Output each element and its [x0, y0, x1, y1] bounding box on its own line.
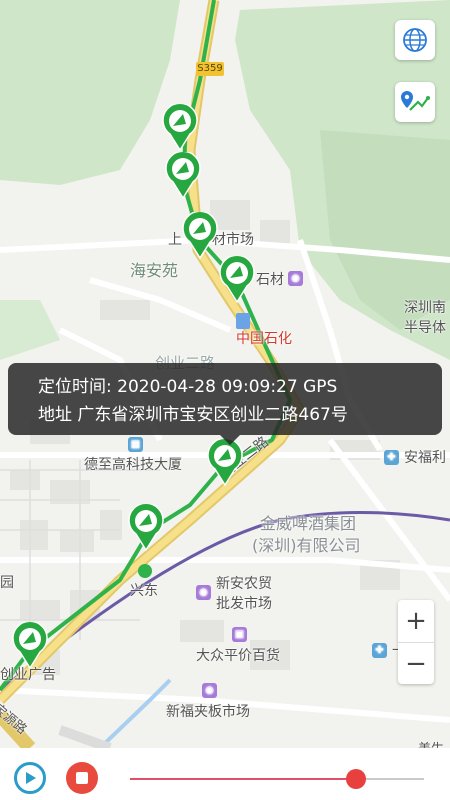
- label-sinopec: 中国石化: [236, 331, 292, 347]
- label-meisheng: 美生: [418, 738, 444, 748]
- play-icon: [26, 772, 36, 784]
- market-icon-2: ◉: [202, 680, 220, 698]
- label-dazhong: 大众平价百货: [196, 648, 280, 664]
- hospital-icon-2: ✚: [372, 640, 390, 658]
- address-label: 地址: [38, 405, 72, 425]
- gps-pin-icon[interactable]: [181, 212, 219, 260]
- time-label: 定位时间:: [38, 377, 112, 397]
- playback-bar: [0, 748, 450, 800]
- address-value: 广东省深圳市宝安区创业二路467号: [77, 405, 348, 425]
- gas-station-icon: [236, 313, 250, 329]
- gps-pin-icon[interactable]: [11, 622, 49, 670]
- label-yuan: 园: [0, 575, 14, 591]
- source-value: GPS: [303, 377, 338, 397]
- gps-pin-icon[interactable]: [164, 152, 202, 200]
- globe-icon: [403, 28, 427, 52]
- zoom-out-button[interactable]: −: [398, 643, 434, 684]
- label-xingdong: 兴东: [130, 583, 158, 599]
- label-xinfu: 新福夹板市场: [166, 704, 250, 720]
- label-jinwei2: (深圳)有限公司: [252, 536, 361, 555]
- play-button[interactable]: [14, 762, 46, 794]
- label-shangcai: 上: [168, 232, 182, 248]
- zoom-in-button[interactable]: +: [398, 600, 434, 642]
- label-shicai: 石材: [256, 272, 284, 288]
- label-shenzhen-semi: 深圳南: [404, 300, 446, 316]
- stop-icon: [76, 772, 88, 784]
- zoom-control: + −: [398, 600, 434, 684]
- progress-fill: [130, 778, 357, 780]
- label-anfuli: 安福利: [404, 450, 446, 466]
- time-value: 2020-04-28 09:09:27: [117, 377, 298, 397]
- label-xinan1: 新安农贸: [216, 576, 272, 592]
- stop-button[interactable]: [66, 762, 98, 794]
- label-semi2: 半导体: [404, 320, 446, 336]
- label-xinan2: 批发市场: [216, 596, 272, 612]
- office-icon: ▦: [128, 434, 146, 452]
- address-line: 地址 广东省深圳市宝安区创业二路467号: [38, 400, 348, 425]
- gps-pin-icon[interactable]: [127, 504, 165, 552]
- route-button[interactable]: [395, 82, 435, 122]
- gps-pin-icon[interactable]: [218, 256, 256, 304]
- store-icon: ▣: [232, 624, 250, 642]
- gps-pin-icon[interactable]: [161, 104, 199, 152]
- label-haiyanyuan: 海安苑: [130, 261, 179, 280]
- time-line: 定位时间: 2020-04-28 09:09:27 GPS: [38, 372, 337, 397]
- road-shield: S359: [196, 62, 224, 76]
- progress-track[interactable]: [130, 778, 424, 780]
- hospital-icon: ✚: [384, 447, 402, 465]
- label-dezhigao: 德至高科技大厦: [84, 457, 182, 473]
- market-icon: ◉: [196, 582, 214, 600]
- label-jinwei1: 金威啤酒集团: [260, 514, 357, 533]
- location-info-popup: 定位时间: 2020-04-28 09:09:27 GPS 地址 广东省深圳市宝…: [8, 363, 442, 445]
- shop-icon: ◉: [288, 268, 306, 286]
- progress-thumb[interactable]: [346, 769, 367, 789]
- gps-pin-icon[interactable]: [206, 439, 244, 487]
- globe-button[interactable]: [395, 20, 435, 60]
- map-view[interactable]: S359 海安苑 上 材市场 石材 ◉ 中国石化 创业二路 深圳南 半导体 ▦ …: [0, 0, 450, 748]
- popup-pointer: [220, 435, 240, 445]
- route-icon: [401, 91, 430, 111]
- metro-icon: [138, 564, 152, 578]
